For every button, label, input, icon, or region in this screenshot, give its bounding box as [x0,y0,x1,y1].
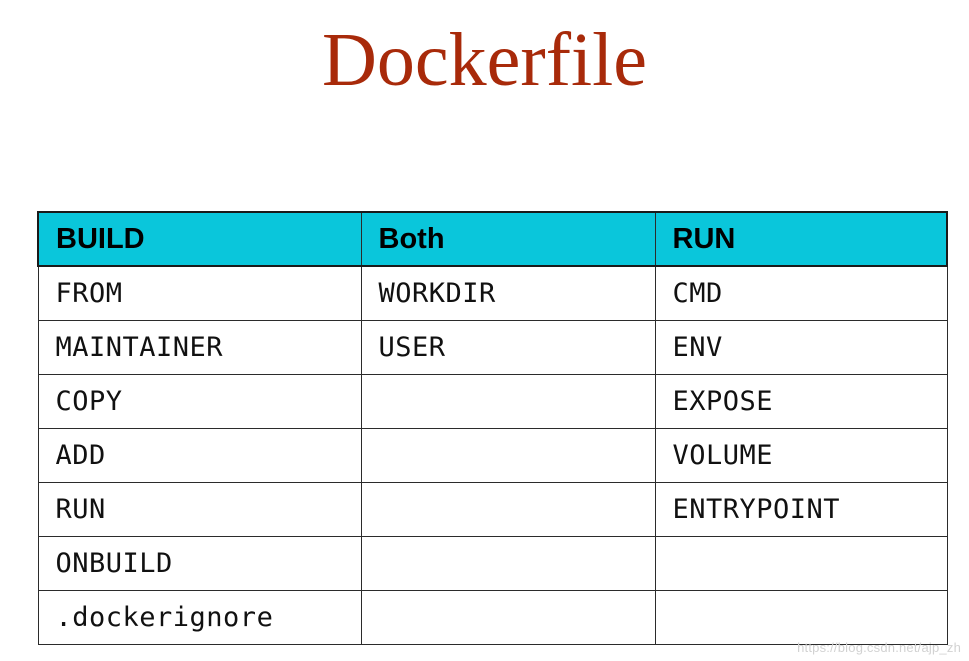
table-row: ONBUILD [37,535,948,591]
column-header-run: RUN [654,211,948,267]
cell-build-directive: ADD [37,427,362,483]
cell-both-directive [360,427,656,483]
cell-build-directive: RUN [37,481,362,537]
cell-both-directive: USER [360,319,656,375]
column-header-both: Both [360,211,656,267]
cell-run-directive: EXPOSE [654,373,948,429]
table-header: BUILD Both RUN [37,211,948,267]
column-header-build: BUILD [37,211,362,267]
cell-run-directive [654,535,948,591]
cell-build-directive: .dockerignore [37,589,362,645]
cell-both-directive [360,589,656,645]
cell-run-directive: VOLUME [654,427,948,483]
cell-both-directive [360,481,656,537]
watermark-text: https://blog.csdn.net/ajp_zh [797,640,961,655]
table-row: .dockerignore [37,589,948,645]
cell-run-directive: ENV [654,319,948,375]
cell-run-directive [654,589,948,645]
table-header-row: BUILD Both RUN [37,211,948,267]
table-body: FROM WORKDIR CMD MAINTAINER USER ENV COP… [37,265,948,645]
cell-both-directive [360,373,656,429]
table-row: FROM WORKDIR CMD [37,265,948,321]
cell-run-directive: CMD [654,265,948,321]
cell-build-directive: FROM [37,265,362,321]
table-row: ADD VOLUME [37,427,948,483]
cell-build-directive: MAINTAINER [37,319,362,375]
cell-build-directive: ONBUILD [37,535,362,591]
dockerfile-directives-table: BUILD Both RUN FROM WORKDIR CMD MAINTAIN… [37,211,948,645]
table-row: COPY EXPOSE [37,373,948,429]
cell-both-directive [360,535,656,591]
page-title: Dockerfile [322,18,647,102]
cell-both-directive: WORKDIR [360,265,656,321]
cell-run-directive: ENTRYPOINT [654,481,948,537]
cell-build-directive: COPY [37,373,362,429]
table-row: MAINTAINER USER ENV [37,319,948,375]
table-row: RUN ENTRYPOINT [37,481,948,537]
